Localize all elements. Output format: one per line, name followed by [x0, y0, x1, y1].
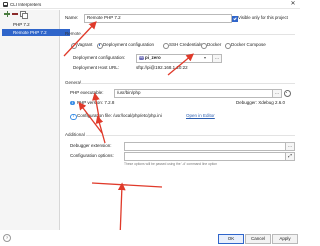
cancel-button[interactable]: Cancel	[245, 234, 271, 244]
apply-button[interactable]: Apply	[272, 234, 298, 244]
annotation-arrow	[63, 21, 97, 57]
annotation-arrow	[167, 53, 194, 76]
annotation-overlay	[63, 21, 194, 239]
ok-button[interactable]: OK	[218, 234, 244, 244]
help-icon[interactable]: ?	[3, 234, 11, 242]
annotation-arrow	[91, 182, 163, 188]
annotation-arrow	[95, 115, 106, 144]
annotation-arrow	[92, 92, 101, 124]
